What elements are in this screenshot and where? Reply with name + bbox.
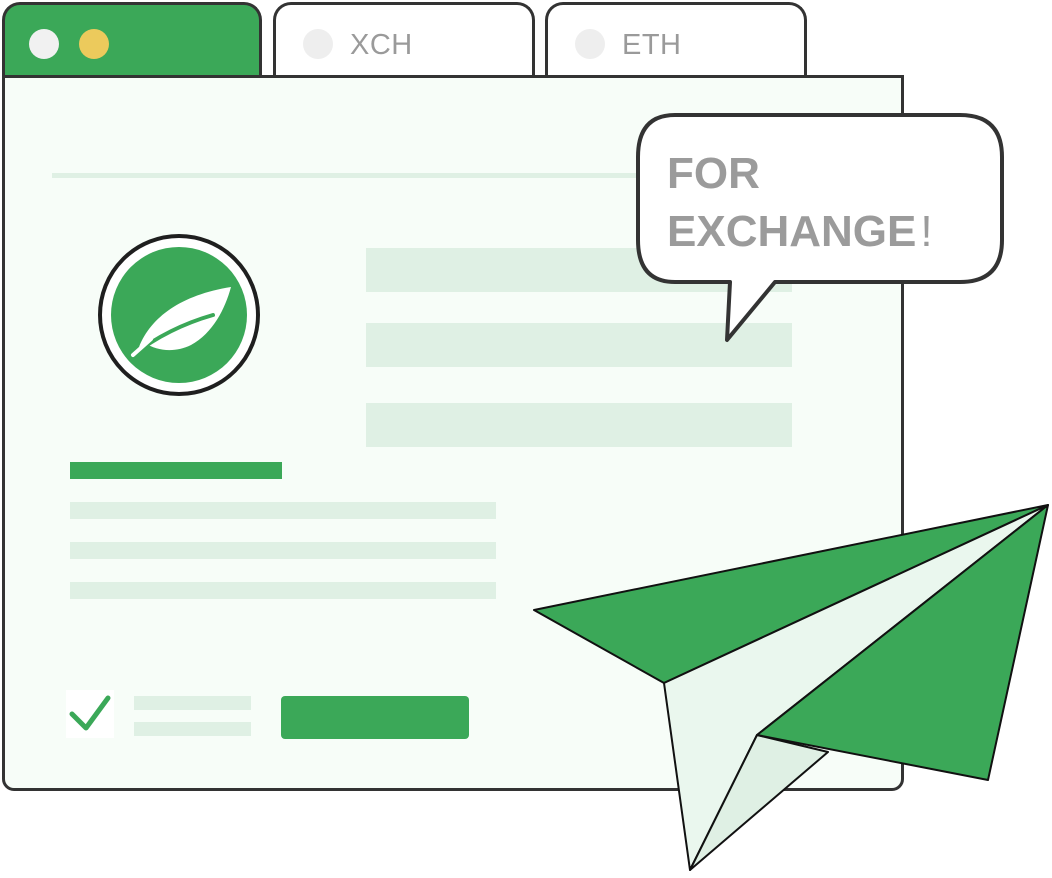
paper-plane-icon bbox=[533, 504, 1049, 871]
